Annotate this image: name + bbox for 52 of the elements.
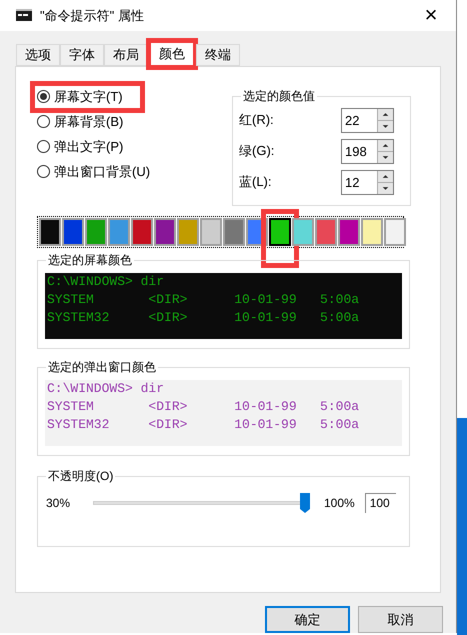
preview-line: SYSTEM32 <DIR> 10-01-99 5:00a	[47, 308, 360, 327]
field-label: 红(R):	[239, 111, 274, 130]
radio-option[interactable]: 弹出文字(P)	[37, 136, 130, 157]
color-swatch[interactable]	[223, 218, 245, 246]
group-title: 不透明度(O)	[46, 468, 116, 484]
max-label: 100%	[324, 494, 355, 512]
color-swatch[interactable]	[361, 218, 383, 246]
dialog-button[interactable]: 取消	[358, 606, 443, 633]
spin-box[interactable]: 198	[341, 138, 394, 164]
radio-option[interactable]: 屏幕背景(B)	[37, 112, 130, 132]
radio-button[interactable]	[37, 90, 50, 104]
color-swatch[interactable]	[39, 218, 61, 246]
preview-line: C:\WINDOWS> dir	[47, 272, 164, 291]
tab[interactable]: 字体	[60, 44, 104, 66]
spin-box[interactable]: 22	[341, 108, 394, 133]
group-title: 选定的屏幕颜色	[46, 252, 134, 268]
color-swatch[interactable]	[85, 218, 107, 246]
window-title: "命令提示符" 属性	[40, 6, 145, 25]
color-swatch[interactable]	[131, 218, 153, 246]
color-swatch[interactable]	[62, 218, 84, 246]
tab[interactable]: 布局	[104, 44, 148, 66]
tab[interactable]: 终端	[196, 44, 240, 66]
color-swatch[interactable]	[154, 218, 176, 246]
preview-line: SYSTEM <DIR> 10-01-99 5:00a	[47, 398, 360, 416]
field-label: 蓝(L):	[239, 173, 272, 192]
spin-box[interactable]: 12	[341, 170, 394, 195]
radio-option[interactable]: 屏幕文字(T)	[37, 86, 129, 107]
group-title: 选定的颜色值	[241, 88, 317, 104]
color-swatch[interactable]	[292, 218, 314, 246]
color-swatch[interactable]	[338, 218, 360, 246]
color-swatch[interactable]	[200, 218, 222, 246]
preview-line: SYSTEM <DIR> 10-01-99 5:00a	[47, 290, 360, 309]
color-swatch[interactable]	[177, 218, 199, 246]
dialog-button[interactable]: 确定	[265, 606, 350, 633]
opacity-field[interactable]: 100	[364, 492, 396, 513]
group-title: 选定的弹出窗口颜色	[46, 358, 158, 375]
radio-option[interactable]: 弹出窗口背景(U)	[37, 162, 156, 182]
color-swatch[interactable]	[384, 218, 406, 246]
color-swatch[interactable]	[315, 218, 337, 246]
color-swatch[interactable]	[108, 218, 130, 246]
radio-button[interactable]	[37, 115, 50, 128]
field-label: 绿(G):	[239, 142, 274, 160]
slider-thumb[interactable]	[300, 492, 310, 513]
radio-button[interactable]	[37, 165, 50, 178]
tab[interactable]: 选项	[16, 44, 60, 66]
preview-line: SYSTEM32 <DIR> 10-01-99 5:00a	[47, 416, 360, 434]
min-label: 30%	[46, 494, 72, 512]
color-swatch[interactable]	[269, 218, 291, 246]
preview-line: C:\WINDOWS> dir	[47, 380, 164, 398]
close-button[interactable]: ×	[416, 4, 446, 26]
radio-button[interactable]	[37, 140, 50, 154]
terminal-icon	[16, 9, 32, 22]
